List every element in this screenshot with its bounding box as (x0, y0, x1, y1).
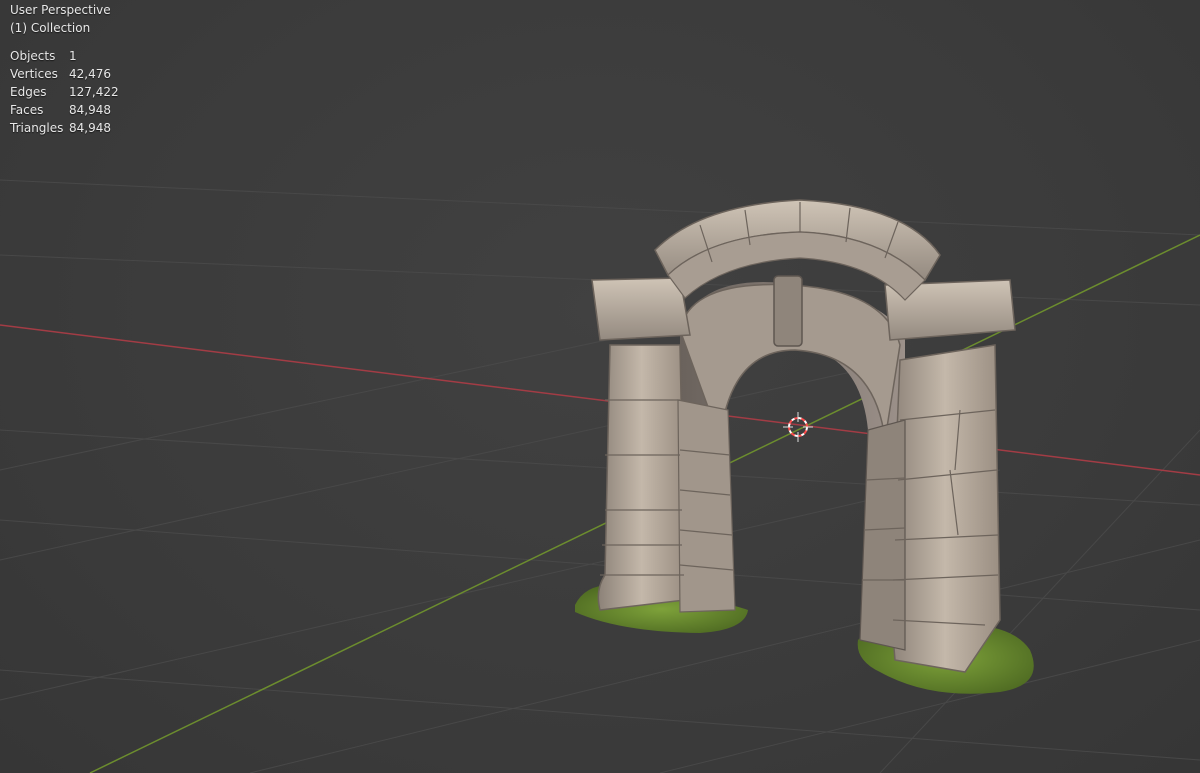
stat-label-vertices: Vertices (10, 67, 58, 81)
stat-value-faces: 84,948 (69, 103, 111, 117)
x-axis-line (0, 324, 1200, 476)
view-name: User Perspective (10, 3, 111, 17)
keystone (773, 275, 803, 347)
3d-cursor-icon[interactable] (783, 412, 813, 442)
pillar-left-inner (677, 399, 736, 613)
stat-value-edges: 127,422 (69, 85, 119, 99)
pillar-left (597, 344, 686, 611)
3d-viewport[interactable]: User Perspective (1) Collection Objects … (0, 0, 1200, 773)
scene-statistics: Objects 1 Vertices 42,476 Edges 127,422 … (10, 47, 119, 137)
stat-label-triangles: Triangles (10, 121, 64, 135)
stat-label-objects: Objects (10, 49, 56, 63)
stone-arch[interactable] (575, 199, 1034, 694)
stat-value-vertices: 42,476 (69, 67, 111, 81)
capital-left (591, 277, 691, 341)
stat-label-faces: Faces (10, 103, 44, 117)
viewport-info-overlay: User Perspective (1) Collection Objects … (10, 1, 119, 137)
collection-name: (1) Collection (10, 21, 91, 35)
viewport-scene[interactable] (0, 0, 1200, 773)
stat-label-edges: Edges (10, 85, 47, 99)
pillar-right-inner (859, 419, 906, 651)
stat-value-triangles: 84,948 (69, 121, 111, 135)
stat-value-objects: 1 (69, 49, 77, 63)
